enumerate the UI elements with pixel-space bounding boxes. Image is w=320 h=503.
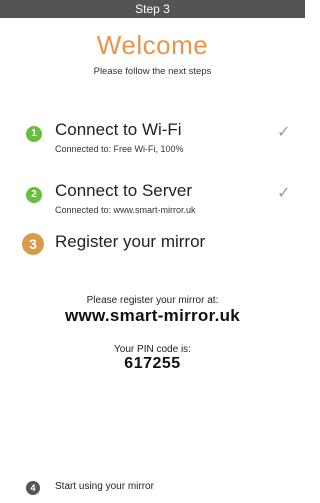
step-number-badge: 3 bbox=[22, 233, 44, 255]
pin-label: Your PIN code is: bbox=[114, 344, 191, 355]
check-icon: ✓ bbox=[277, 124, 291, 141]
pin-code: 617255 bbox=[124, 355, 181, 372]
check-icon: ✓ bbox=[277, 185, 291, 202]
step-number-badge: 4 bbox=[26, 481, 40, 495]
step-detail: Connected to: Free Wi-Fi, 100% bbox=[55, 144, 184, 154]
step-title: Connect to Server bbox=[55, 181, 193, 200]
step-number-badge: 2 bbox=[26, 187, 42, 203]
step-title: Connect to Wi-Fi bbox=[55, 120, 182, 139]
register-url: www.smart-mirror.uk bbox=[64, 306, 241, 325]
page-subtitle: Please follow the next steps bbox=[93, 66, 212, 77]
step-number-badge: 1 bbox=[26, 126, 42, 142]
step-detail: Connected to: www.smart-mirror.uk bbox=[55, 205, 196, 215]
register-prompt: Please register your mirror at: bbox=[86, 295, 219, 306]
page-title: Welcome bbox=[96, 30, 209, 60]
step-title: Start using your mirror bbox=[55, 481, 154, 492]
step-title: Register your mirror bbox=[55, 232, 206, 251]
step-indicator-label: Step 3 bbox=[135, 2, 170, 16]
step-indicator-bar: Step 3 bbox=[0, 0, 305, 18]
